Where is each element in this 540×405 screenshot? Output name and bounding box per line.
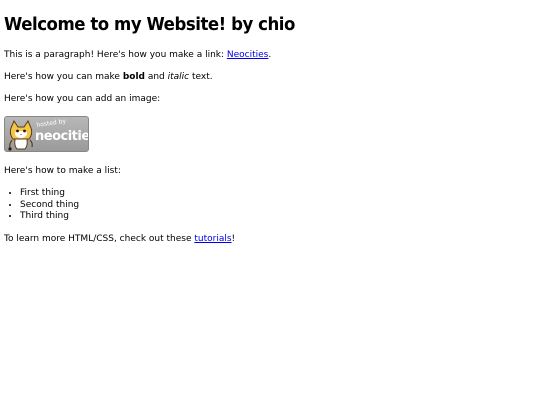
page-title: Welcome to my Website! by chio: [4, 14, 295, 35]
paragraph-link-end: .: [268, 50, 272, 60]
page-content: Welcome to my Website! by chio This is a…: [4, 14, 524, 256]
neocities-link[interactable]: Neocities: [227, 50, 268, 60]
badge-hosted-text: hosted by: [36, 117, 67, 129]
tutorials-link[interactable]: tutorials: [194, 234, 231, 244]
hosted-by-neocities-badge[interactable]: hosted by neocities: [4, 116, 89, 152]
format-text-middle: and: [144, 72, 168, 82]
image-row: hosted by neocities: [4, 116, 524, 152]
neocities-cat-icon: [8, 119, 33, 151]
paragraph-learn-more: To learn more HTML/CSS, check out these …: [4, 234, 524, 245]
bold-text: bold: [122, 72, 145, 82]
learn-more-end: !: [231, 233, 236, 244]
paragraph-image-intro: Here's how you can add an image:: [4, 94, 161, 104]
paragraph-link-text: This is a paragraph! Here's how you make…: [4, 50, 227, 60]
paragraph-format: Here's how you can make bold and italic …: [4, 72, 524, 83]
list-item: Third thing: [20, 211, 524, 223]
format-text-end: text.: [189, 72, 213, 82]
format-text-start: Here's how you can make: [4, 72, 123, 82]
list-item: First thing: [20, 188, 524, 200]
paragraph-link-intro: This is a paragraph! Here's how you make…: [4, 50, 524, 61]
italic-text: italic: [167, 72, 190, 82]
paragraph-list-intro: Here's how to make a list:: [4, 166, 121, 176]
badge-neocities-text: neocities: [35, 129, 89, 144]
sample-list: First thing Second thing Third thing: [4, 188, 524, 223]
list-item: Second thing: [20, 200, 524, 212]
learn-more-text: To learn more HTML/CSS, check out these: [4, 233, 195, 244]
